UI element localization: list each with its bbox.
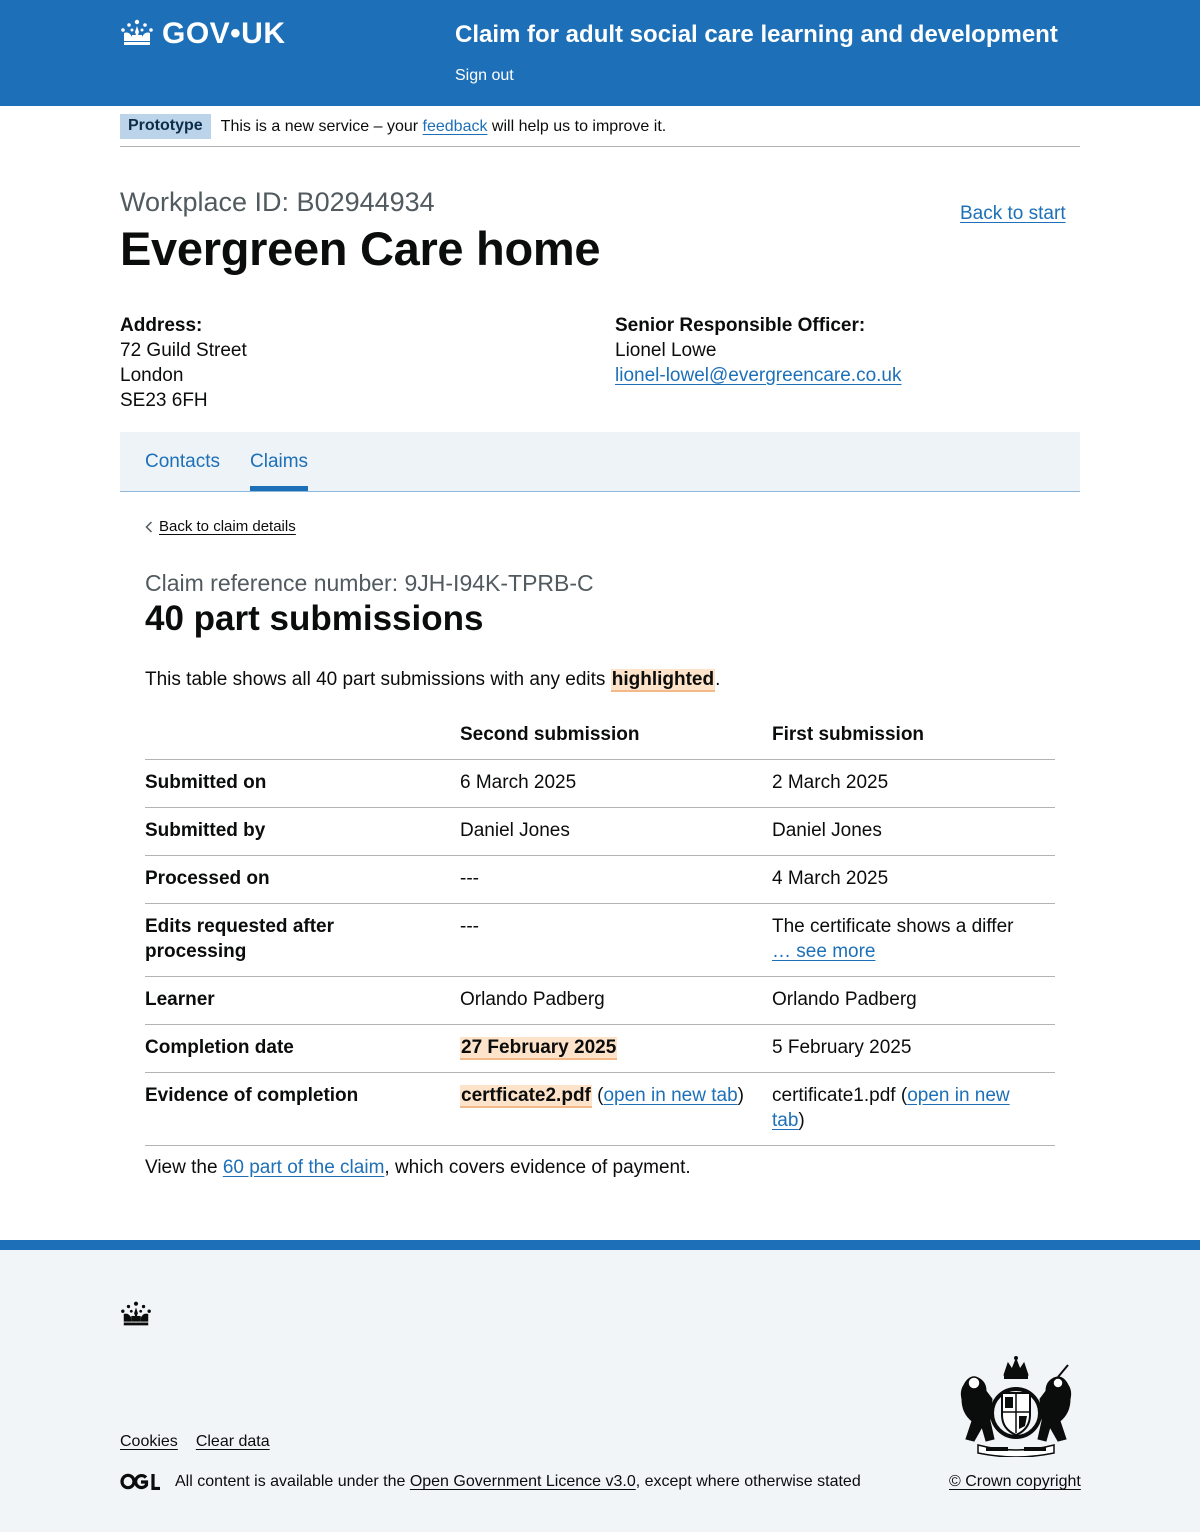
outro-text: View the 60 part of the claim, which cov… [145,1155,691,1180]
address-line: SE23 6FH [120,390,208,411]
workplace-id-caption: Workplace ID: B02944934 [120,187,435,217]
table-row: Edits requested after processing --- The… [145,903,1055,977]
workplace-title: Evergreen Care home [120,222,601,275]
footer-links: Cookies Clear data [120,1431,270,1452]
phase-banner-text: This is a new service – your feedback wi… [221,114,667,137]
row-label-submitted-by: Submitted by [145,807,460,856]
ogl-licence-link[interactable]: Open Government Licence v3.0 [410,1473,636,1490]
highlight-sample: highlighted [610,669,716,692]
sro-email-link[interactable]: lionel-lowel@evergreencare.co.uk [615,365,901,386]
ogl-logo-icon [120,1473,160,1491]
phase-tag: Prototype [120,114,211,140]
sro-label: Senior Responsible Officer: [615,315,866,336]
table-row: Completion date 27 February 2025 5 Febru… [145,1024,1055,1073]
phase-text-after: will help us to improve it. [487,118,667,135]
intro-text: This table shows all 40 part submissions… [145,667,720,692]
edits-requested-text: The certificate shows a differ [772,916,1014,937]
table-row: Submitted by Daniel Jones Daniel Jones [145,807,1055,856]
crown-icon [121,19,153,45]
feedback-link[interactable]: feedback [423,118,488,135]
sro-name: Lionel Lowe [615,340,717,361]
table-header-empty [145,711,460,760]
cell-first: 5 February 2025 [772,1024,1055,1073]
outro-before: View the [145,1157,223,1178]
licence-after: , except where otherwise stated [635,1473,861,1490]
table-header-first: First submission [772,711,1055,760]
sro-block: Senior Responsible Officer: Lionel Lowe … [615,313,901,388]
cell-second: --- [460,903,772,977]
cell-second: certficate2.pdf (open in new tab) [460,1072,772,1146]
table-header-row: Second submission First submission [145,711,1055,760]
tab-claims[interactable]: Claims [250,449,309,492]
clear-data-link[interactable]: Clear data [196,1431,270,1452]
address-block: Address: 72 Guild Street London SE23 6FH [120,313,247,413]
address-line: 72 Guild Street [120,340,247,361]
see-more-link[interactable]: … see more [772,941,875,962]
cell-first: The certificate shows a differ … see mor… [772,903,1055,977]
submissions-table: Second submission First submission Submi… [145,711,1055,1146]
back-link-label: Back to claim details [159,518,296,535]
phase-banner: Prototype This is a new service – your f… [120,114,1080,147]
outro-after: , which covers evidence of payment. [384,1157,691,1178]
service-name[interactable]: Claim for adult social care learning and… [455,19,1058,51]
logo-text: GOV•UK [162,17,286,50]
intro-after: . [715,669,721,690]
licence-text: All content is available under the Open … [175,1471,861,1492]
address-line: London [120,365,184,386]
evidence-file-first: certificate1.pdf [772,1085,896,1106]
highlighted-evidence-file: certficate2.pdf [460,1085,592,1108]
cell-first: 4 March 2025 [772,855,1055,904]
table-row: Evidence of completion certficate2.pdf (… [145,1072,1055,1146]
table-row: Processed on --- 4 March 2025 [145,855,1055,904]
row-label-processed-on: Processed on [145,855,460,904]
cell-second: 6 March 2025 [460,759,772,808]
payment-part-link[interactable]: 60 part of the claim [223,1157,385,1178]
claim-reference-caption: Claim reference number: 9JH-I94K-TPRB-C [145,570,594,596]
row-label-completion-date: Completion date [145,1024,460,1073]
royal-coat-of-arms-icon [960,1356,1072,1457]
claim-title: 40 part submissions [145,599,484,638]
cell-first: Orlando Padberg [772,976,1055,1025]
row-label-submitted-on: Submitted on [145,759,460,808]
highlighted-completion-date: 27 February 2025 [460,1037,618,1060]
crown-copyright-link[interactable]: © Crown copyright [949,1471,1081,1492]
intro-before: This table shows all 40 part submissions… [145,669,611,690]
cell-second: --- [460,855,772,904]
cell-second: Daniel Jones [460,807,772,856]
sub-navigation: Contacts Claims [120,432,1080,492]
table-header-second: Second submission [460,711,772,760]
open-second-file-link[interactable]: open in new tab [603,1085,737,1106]
tab-contacts[interactable]: Contacts [145,449,220,474]
site-header: GOV•UK Claim for adult social care learn… [0,0,1200,106]
row-label-evidence: Evidence of completion [145,1072,460,1146]
row-label-learner: Learner [145,976,460,1025]
table-row: Learner Orlando Padberg Orlando Padberg [145,976,1055,1025]
chevron-left-icon [145,521,153,533]
back-to-start-link[interactable]: Back to start [960,201,1066,226]
back-to-claim-details-link[interactable]: Back to claim details [145,517,296,537]
cell-second: 27 February 2025 [460,1024,772,1073]
row-label-edits-requested: Edits requested after processing [145,903,460,977]
crown-icon [121,1301,151,1326]
phase-text-before: This is a new service – your [220,118,423,135]
cell-second: Orlando Padberg [460,976,772,1025]
cell-first: Daniel Jones [772,807,1055,856]
licence-before: All content is available under the [175,1473,410,1490]
table-row: Submitted on 6 March 2025 2 March 2025 [145,759,1055,808]
site-footer: Cookies Clear data All content is availa… [0,1240,1200,1532]
cell-first: 2 March 2025 [772,759,1055,808]
cell-first: certificate1.pdf (open in new tab) [772,1072,1055,1146]
sign-out-link[interactable]: Sign out [455,65,514,86]
cookies-link[interactable]: Cookies [120,1431,178,1452]
govuk-logo-link[interactable]: GOV•UK [120,14,286,54]
address-label: Address: [120,315,203,336]
licence-block: All content is available under the Open … [120,1471,861,1492]
